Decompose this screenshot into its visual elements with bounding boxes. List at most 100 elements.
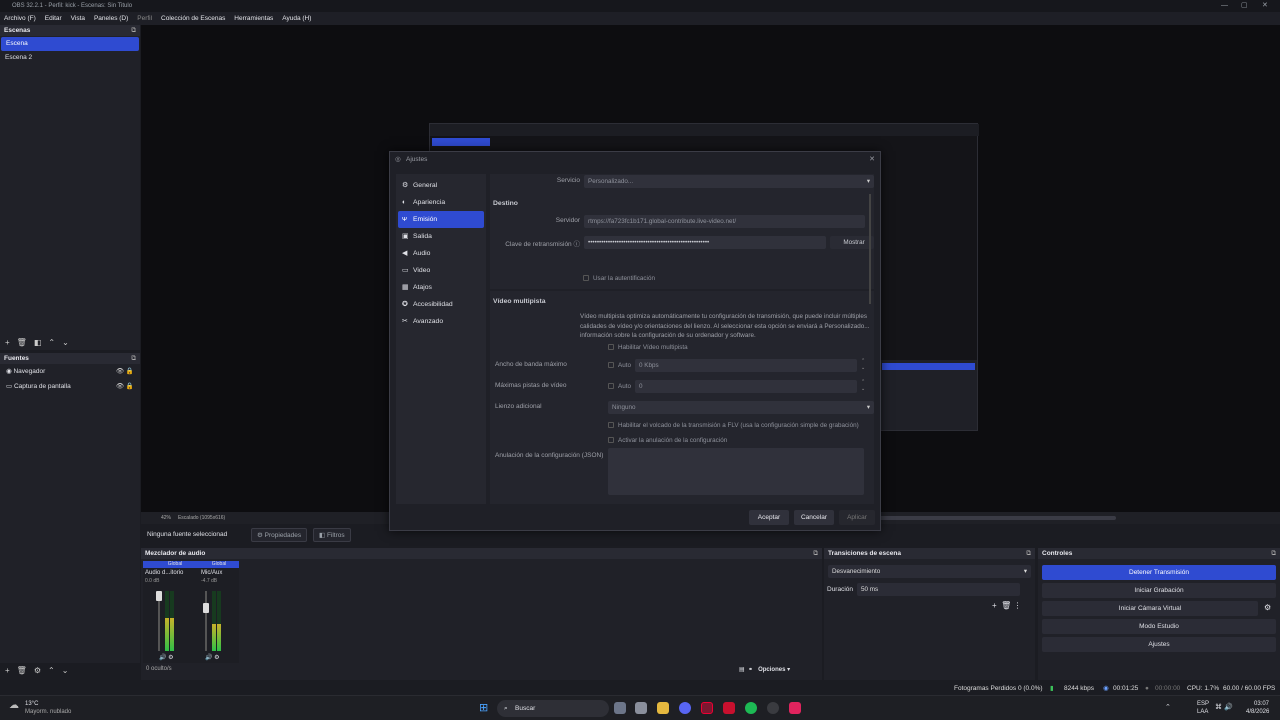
start-icon[interactable]: ⊞ <box>479 701 488 714</box>
nav-general[interactable]: ⚙ General <box>398 177 484 194</box>
scale-mode[interactable]: Escalado (1095x616) <box>178 515 225 521</box>
channel-name[interactable]: Audio d...itorio <box>143 568 207 578</box>
enable-multitrack-checkbox[interactable]: Habilitar Vídeo multipista <box>608 344 688 351</box>
nav-stream[interactable]: ᴪ Emisión <box>398 211 484 228</box>
stream-key-input[interactable]: ••••••••••••••••••••••••••••••••••••••••… <box>584 236 826 249</box>
source-item[interactable]: ▭ Captura de pantalla 👁 🔒 <box>0 379 140 394</box>
clock-date[interactable]: 4/8/2026 <box>1246 709 1269 715</box>
bandwidth-auto-checkbox[interactable]: Auto <box>608 362 631 369</box>
menu-file[interactable]: Archivo (F) <box>4 15 36 22</box>
link-icon[interactable]: ⚭ <box>748 667 753 673</box>
spin-arrows-icon[interactable]: ⌃ ⌄ <box>861 379 865 393</box>
widgets-icon[interactable] <box>635 702 647 714</box>
channel-name[interactable]: Mic/Aux <box>199 568 239 578</box>
spin-arrows-icon[interactable]: ⌃ ⌄ <box>861 358 865 372</box>
override-json-textarea[interactable] <box>608 448 864 495</box>
options-menu[interactable]: Opciones <box>758 667 785 673</box>
float-icon[interactable]: ⧉ <box>131 25 136 36</box>
app2-icon[interactable] <box>789 702 801 714</box>
menu-tools[interactable]: Herramientas <box>234 15 273 22</box>
spotify-icon[interactable] <box>745 702 757 714</box>
menu-edit[interactable]: Editar <box>45 15 62 22</box>
service-select[interactable]: Personalizado... ▾ <box>584 175 874 188</box>
menu-view[interactable]: Vista <box>71 15 85 22</box>
nav-output[interactable]: ▣ Salida <box>398 228 484 245</box>
search-bar[interactable]: ⌕ Buscar <box>497 700 609 717</box>
trash-icon[interactable]: 🗑 <box>17 338 27 347</box>
float-icon[interactable]: ⧉ <box>1026 548 1031 559</box>
trash-icon[interactable]: 🗑 <box>17 666 27 675</box>
source-item[interactable]: ◉ Navegador 👁 🔒 <box>0 364 140 379</box>
more-icon[interactable]: ⋮ <box>1014 601 1022 610</box>
slider-handle[interactable] <box>203 603 209 613</box>
close-icon[interactable]: ✕ <box>869 152 875 168</box>
override-enable-checkbox[interactable]: Activar la anulación de la configuración <box>608 437 727 444</box>
mute-speaker-icon[interactable]: 🔊 ⚙ <box>205 654 220 661</box>
bandwidth-input[interactable]: 0 Kbps <box>635 359 857 372</box>
menu-help[interactable]: Ayuda (H) <box>282 15 311 22</box>
help-icon[interactable]: ⓘ <box>574 241 581 248</box>
tracks-auto-checkbox[interactable]: Auto <box>608 383 631 390</box>
nav-appearance[interactable]: ◐ Apariencia <box>398 194 484 211</box>
discord-icon[interactable] <box>679 702 691 714</box>
vertical-scrollbar[interactable] <box>869 194 871 304</box>
tray-chevron-icon[interactable]: ⌃ <box>1165 703 1171 711</box>
properties-button[interactable]: ⚙ Propiedades <box>251 528 308 542</box>
server-input[interactable]: rtmps://fa723fc1b171.global-contribute.l… <box>584 215 865 228</box>
layout-icon[interactable]: ▤ <box>739 667 745 673</box>
filter-icon[interactable]: ◧ <box>34 338 42 347</box>
menu-profile[interactable]: Perfil <box>137 15 152 22</box>
volume-slider[interactable] <box>205 591 207 651</box>
weather-desc[interactable]: Mayorm. nublado <box>25 709 71 715</box>
obs-icon[interactable] <box>767 702 779 714</box>
cancel-button[interactable]: Cancelar <box>794 510 834 525</box>
auth-checkbox[interactable]: Usar la autentificación <box>583 275 655 282</box>
scene-item[interactable]: Escena 2 <box>0 51 140 65</box>
weather-icon[interactable]: ☁ <box>9 700 19 711</box>
settings-button[interactable]: Ajustes <box>1042 637 1276 652</box>
add-icon[interactable]: + <box>5 338 10 347</box>
nav-audio[interactable]: ◀ Audio <box>398 245 484 262</box>
gear-icon[interactable]: ⚙ <box>1264 603 1271 612</box>
canvas-select[interactable]: Ninguno ▾ <box>608 401 874 414</box>
trash-icon[interactable]: 🗑 <box>1001 601 1011 610</box>
file-explorer-icon[interactable] <box>657 702 669 714</box>
float-icon[interactable]: ⧉ <box>1271 548 1276 559</box>
task-view-icon[interactable] <box>614 702 626 714</box>
ok-button[interactable]: Aceptar <box>749 510 789 525</box>
clock-time[interactable]: 03:07 <box>1254 701 1269 707</box>
nav-accessibility[interactable]: ✪ Accesibilidad <box>398 296 484 313</box>
nav-advanced[interactable]: ✂ Avanzado <box>398 313 484 330</box>
slider-handle[interactable] <box>156 591 162 601</box>
obs-active-icon[interactable] <box>701 702 713 714</box>
menu-docks[interactable]: Paneles (D) <box>94 15 128 22</box>
language-2[interactable]: LAA <box>1197 709 1208 715</box>
flv-dump-checkbox[interactable]: Habilitar el volcado de la transmisión a… <box>608 422 859 429</box>
mute-speaker-icon[interactable]: 🔊 ⚙ <box>159 654 174 661</box>
start-virtual-camera-button[interactable]: Iniciar Cámara Virtual <box>1042 601 1258 616</box>
zoom-level[interactable]: 42% <box>161 515 171 521</box>
up-icon[interactable]: ⌃ <box>48 338 55 347</box>
apply-button[interactable]: Aplicar <box>839 510 875 525</box>
add-icon[interactable]: + <box>992 601 997 610</box>
up-icon[interactable]: ⌃ <box>48 666 55 675</box>
add-icon[interactable]: + <box>5 666 10 675</box>
visibility-lock-icons[interactable]: 👁 🔒 <box>116 379 134 394</box>
down-icon[interactable]: ⌄ <box>62 666 69 675</box>
float-icon[interactable]: ⧉ <box>813 548 818 559</box>
down-icon[interactable]: ⌄ <box>62 338 69 347</box>
duration-input[interactable]: 50 ms <box>857 583 1020 596</box>
show-key-button[interactable]: Mostrar <box>830 236 874 249</box>
gear-icon[interactable]: ⚙ <box>34 666 41 675</box>
close-button[interactable]: ✕ <box>1262 0 1268 12</box>
scene-item[interactable]: Escena <box>1 37 139 51</box>
studio-mode-button[interactable]: Modo Estudio <box>1042 619 1276 634</box>
visibility-lock-icons[interactable]: 👁 🔒 <box>116 364 134 379</box>
filters-button[interactable]: ◧ Filtros <box>313 528 351 542</box>
maximize-button[interactable]: ▢ <box>1241 0 1248 12</box>
tracks-input[interactable]: 0 <box>635 380 857 393</box>
network-volume-icons[interactable]: ⌘ 🔊 <box>1215 703 1233 711</box>
weather-temp[interactable]: 13°C <box>25 701 38 707</box>
nav-video[interactable]: ▭ Video <box>398 262 484 279</box>
language-1[interactable]: ESP <box>1197 701 1209 707</box>
